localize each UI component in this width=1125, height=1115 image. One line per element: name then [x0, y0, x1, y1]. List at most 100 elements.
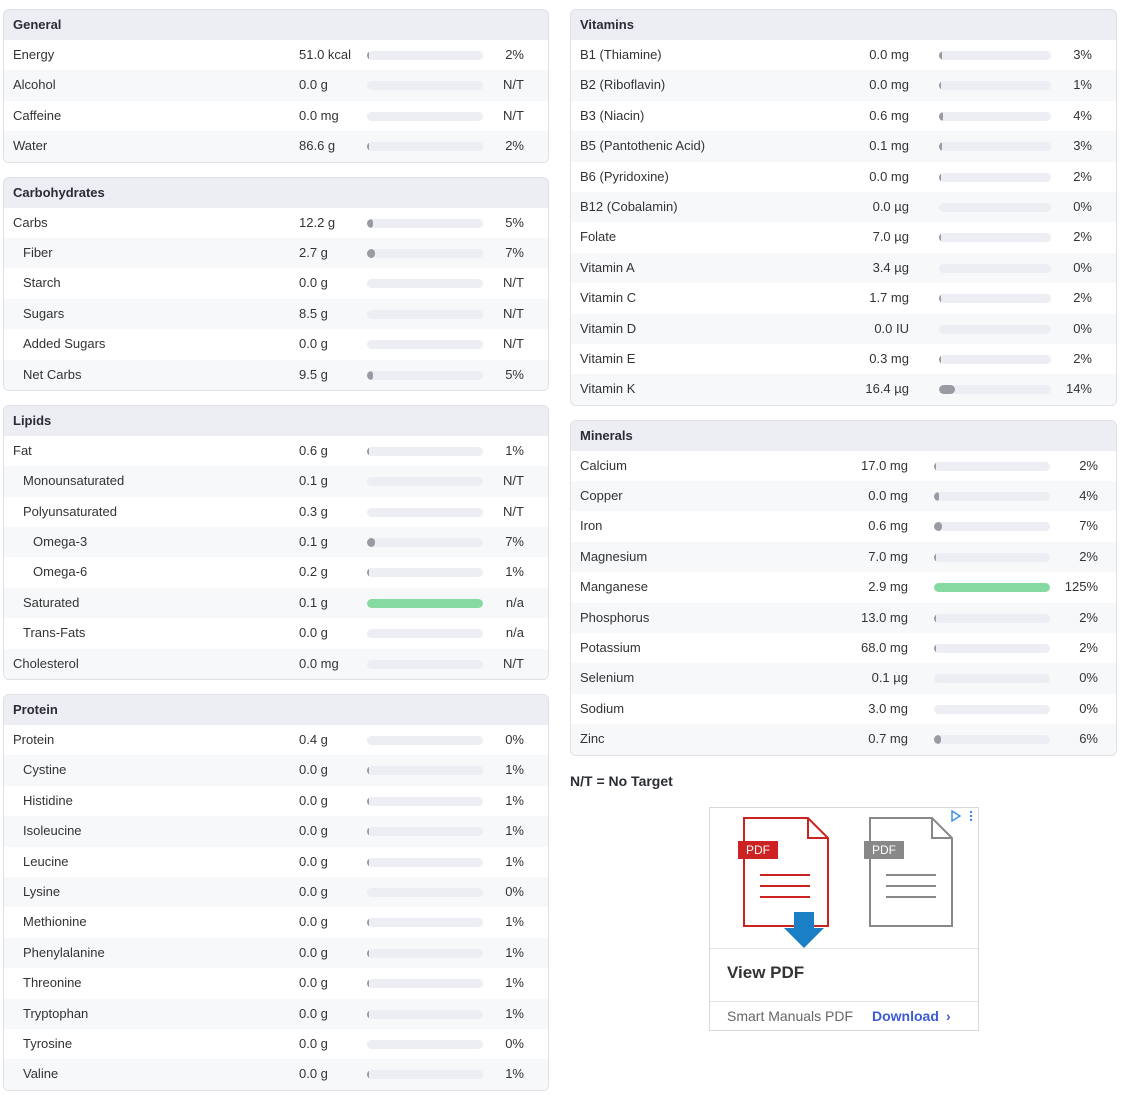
nutrient-row: B2 (Riboflavin) 0.0 mg 1%	[571, 70, 1116, 101]
nutrient-name: Lysine	[23, 883, 61, 899]
nutrient-name: Trans-Fats	[23, 625, 86, 641]
nutrient-name: Tyrosine	[23, 1035, 73, 1051]
progress-bar	[367, 1070, 483, 1080]
nutrient-percent: 7%	[505, 244, 524, 260]
nutrient-percent: 1%	[505, 762, 524, 778]
ad-image[interactable]: PDF PDF	[710, 808, 978, 949]
nutrient-name: Leucine	[23, 853, 69, 869]
nutrient-row: Monounsaturated 0.1 g N/T	[4, 466, 548, 497]
progress-bar	[367, 446, 483, 456]
progress-fill	[934, 583, 1050, 593]
ad-banner[interactable]: PDF PDF View PDF Smart Manuals PDF Downl…	[709, 807, 979, 1031]
panel-title: Carbohydrates	[4, 177, 548, 208]
nutrient-amount: 0.0 mg	[299, 107, 339, 123]
nutrient-percent: 0%	[505, 1035, 524, 1051]
nutrient-row: Caffeine 0.0 mg N/T	[4, 101, 548, 131]
progress-bar	[934, 552, 1050, 562]
progress-fill	[367, 598, 483, 608]
nutrient-row: Zinc 0.7 mg 6%	[571, 724, 1116, 755]
nutrient-row: Selenium 0.1 µg 0%	[571, 663, 1116, 694]
nutrient-row: B12 (Cobalamin) 0.0 µg 0%	[571, 191, 1116, 223]
nutrient-amount: 0.0 g	[299, 762, 328, 778]
nutrient-row: Threonine 0.0 g 1%	[4, 968, 548, 998]
nutrient-amount: 0.0 g	[299, 883, 328, 899]
nutrient-row: Vitamin D 0.0 IU 0%	[571, 313, 1116, 344]
nutrient-amount: 0.0 g	[299, 625, 328, 641]
nutrient-row: Copper 0.0 mg 4%	[571, 481, 1116, 512]
nutrient-percent: 2%	[1073, 229, 1092, 245]
nutrient-row: Fiber 2.7 g 7%	[4, 237, 548, 269]
nutrient-name: Potassium	[580, 640, 641, 656]
progress-bar	[934, 674, 1050, 684]
nutrient-name: Water	[13, 138, 48, 154]
nutrient-row: Folate 7.0 µg 2%	[571, 222, 1116, 252]
nutrient-amount: 0.0 mg	[299, 655, 339, 671]
ad-title[interactable]: View PDF	[727, 963, 804, 983]
nutrient-percent: N/T	[503, 503, 524, 519]
nutrient-row: Tryptophan 0.0 g 1%	[4, 998, 548, 1029]
nutrient-percent: 1%	[505, 975, 524, 991]
nutrient-name: Protein	[13, 732, 55, 748]
nutrient-row: Leucine 0.0 g 1%	[4, 847, 548, 877]
nutrient-name: Tryptophan	[23, 1005, 89, 1021]
progress-bar	[367, 51, 483, 60]
nutrient-amount: 0.0 mg	[869, 77, 909, 93]
nutrient-percent: 4%	[1079, 488, 1098, 504]
nutrient-row: Omega-3 0.1 g 7%	[4, 527, 548, 558]
nutrient-amount: 0.0 mg	[868, 488, 908, 504]
nutrient-amount: 0.4 g	[299, 732, 328, 748]
progress-bar	[939, 202, 1051, 212]
nutrient-name: Monounsaturated	[23, 473, 125, 489]
nutrient-row: Omega-6 0.2 g 1%	[4, 557, 548, 587]
nutrient-amount: 16.4 µg	[865, 381, 909, 397]
nutrient-name: Phenylalanine	[23, 944, 105, 960]
nutrient-amount: 68.0 mg	[861, 640, 908, 656]
adchoices-icon[interactable]	[951, 809, 962, 823]
nutrient-name: Folate	[580, 229, 617, 245]
progress-bar	[367, 736, 483, 746]
ad-menu-icon[interactable]	[969, 810, 973, 822]
nutrient-amount: 0.0 g	[299, 944, 328, 960]
progress-fill	[934, 613, 937, 623]
nutrient-name: Histidine	[23, 792, 73, 808]
nutrient-row: Calcium 17.0 mg 2%	[571, 451, 1116, 481]
progress-bar	[367, 538, 483, 548]
panel-title: Vitamins	[571, 10, 1116, 40]
nutrient-percent: 4%	[1073, 107, 1092, 123]
nutrient-amount: 0.0 IU	[874, 320, 909, 336]
progress-fill	[939, 172, 942, 182]
nutrient-row: Trans-Fats 0.0 g n/a	[4, 618, 548, 648]
nutrient-name: Starch	[23, 275, 61, 291]
progress-fill	[934, 735, 941, 745]
progress-bar	[939, 111, 1051, 121]
nutrient-percent: 1%	[505, 914, 524, 930]
right-column: Vitamins B1 (Thiamine) 0.0 mg 3% B2 (Ribofl…	[570, 9, 1117, 756]
ad-footer[interactable]: Smart Manuals PDF Download ›	[710, 1001, 978, 1031]
progress-fill	[939, 81, 941, 91]
progress-fill	[934, 461, 937, 471]
nutrient-percent: 1%	[505, 1066, 524, 1082]
progress-bar	[367, 111, 483, 121]
progress-fill	[367, 248, 376, 258]
nutrient-name: Omega-3	[33, 534, 88, 550]
chevron-right-icon[interactable]: ›	[946, 1002, 951, 1030]
progress-bar	[934, 735, 1050, 745]
legend-note: N/T = No Target	[570, 773, 673, 789]
nutrient-name: Vitamin C	[580, 290, 637, 306]
nutrient-percent: N/T	[503, 305, 524, 321]
nutrient-name: B6 (Pyridoxine)	[580, 168, 669, 184]
ad-download-link[interactable]: Download	[872, 1002, 939, 1030]
nutrient-name: B2 (Riboflavin)	[580, 77, 666, 93]
nutrient-name: Polyunsaturated	[23, 503, 117, 519]
nutrient-amount: 12.2 g	[299, 214, 336, 230]
nutrient-row: Magnesium 7.0 mg 2%	[571, 541, 1116, 573]
progress-fill	[939, 294, 942, 304]
nutrient-amount: 0.0 g	[299, 1035, 328, 1051]
nutrient-name: Methionine	[23, 914, 87, 930]
nutrient-name: Vitamin K	[580, 381, 636, 397]
nutrient-percent: 2%	[1073, 168, 1092, 184]
nutrient-name: B5 (Pantothenic Acid)	[580, 138, 706, 154]
nutrient-percent: 2%	[505, 138, 524, 154]
progress-bar	[934, 583, 1050, 593]
nutrient-name: Manganese	[580, 579, 648, 595]
